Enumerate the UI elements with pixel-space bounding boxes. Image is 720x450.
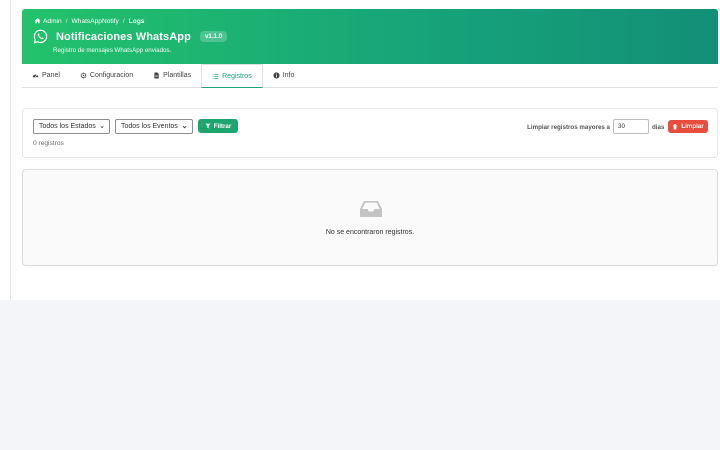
gear-icon [80,72,87,79]
purge-label: Limpiar registros mayores a [527,124,610,131]
version-badge: v1.1.0 [199,31,228,42]
filter-button[interactable]: Filtrar [198,119,238,133]
chevron-down-icon [100,125,104,128]
clear-button-label: Limpiar [681,123,704,130]
breadcrumb-separator: / [65,17,68,25]
status-select[interactable]: Todos los Estados [33,119,110,134]
breadcrumb-item-current: Logs [128,17,145,25]
filter-button-label: Filtrar [213,122,232,130]
tab-label: Info [282,72,295,79]
days-unit-label: dias [652,123,665,131]
trash-icon [673,123,678,130]
tab-label: Configuracion [89,72,134,79]
home-icon [34,17,41,24]
record-count: 0 registros [33,140,64,147]
filter-icon [205,123,211,129]
inbox-icon [360,201,382,217]
days-input[interactable] [613,119,649,134]
file-icon [154,72,159,79]
tab-info[interactable]: Info [263,64,305,87]
breadcrumb-item-admin[interactable]: Admin [34,17,62,25]
tab-panel[interactable]: Panel [22,64,70,87]
tab-plantillas[interactable]: Plantillas [143,64,201,87]
list-icon [212,73,219,79]
tab-registros[interactable]: Registros [201,64,263,88]
page-subtitle: Registro de mensajes WhatsApp enviados. [53,47,172,54]
dashboard-icon [32,74,39,78]
tab-bar: Panel Configuracion Plantillas Registros… [22,64,718,88]
tab-label: Registros [222,72,252,80]
tab-configuracion[interactable]: Configuracion [70,64,143,87]
page-header: Admin / WhatsAppNotify / Logs Notificaci… [22,9,718,64]
info-icon [273,72,280,79]
empty-message: No se encontraron registros. [325,229,415,236]
event-select-value: Todos los Eventos [121,123,178,130]
breadcrumb-separator: / [122,17,125,25]
sidebar-divider [10,0,11,300]
chevron-down-icon [182,125,187,128]
status-select-value: Todos los Estados [39,123,96,130]
empty-state: No se encontraron registros. [22,169,718,266]
tab-label: Panel [42,72,60,79]
filter-panel: Todos los Estados Todos los Eventos Filt… [22,108,718,158]
whatsapp-icon [33,29,48,44]
tab-label: Plantillas [163,72,192,79]
page-title: Notificaciones WhatsApp [56,30,191,43]
title-row: Notificaciones WhatsApp v1.1.0 [33,29,228,44]
event-select[interactable]: Todos los Eventos [115,119,193,134]
clear-button[interactable]: Limpiar [668,120,708,133]
breadcrumb: Admin / WhatsAppNotify / Logs [34,17,144,25]
breadcrumb-item-module[interactable]: WhatsAppNotify [72,18,119,25]
page: Admin / WhatsAppNotify / Logs Notificaci… [0,0,720,300]
